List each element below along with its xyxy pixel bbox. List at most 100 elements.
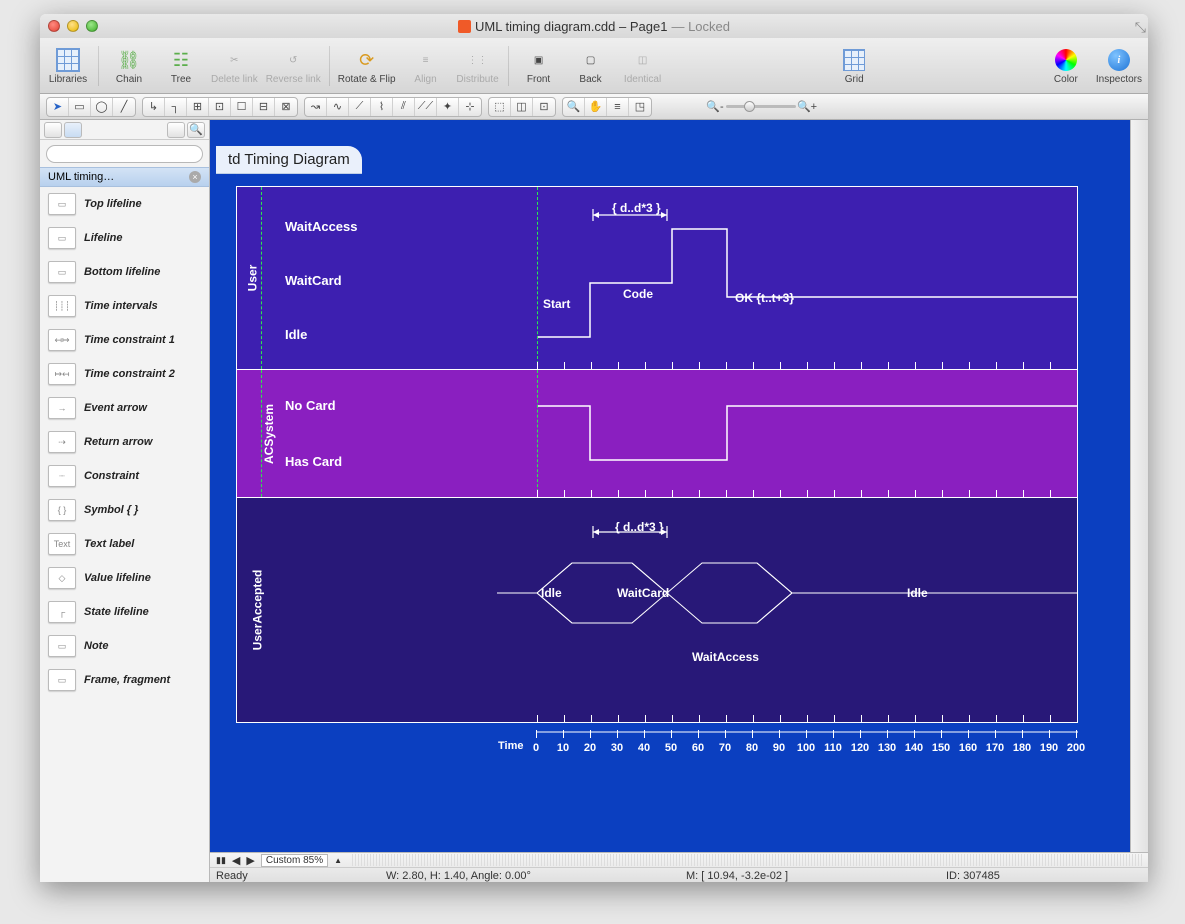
prev-page-icon[interactable]: ◀ [232, 854, 240, 867]
delete-link-button[interactable]: ✂Delete link [211, 46, 258, 85]
search-toggle-icon[interactable]: 🔍 [187, 122, 205, 138]
conn4-icon[interactable]: ⊡ [209, 98, 231, 116]
conn7-icon[interactable]: ⊠ [275, 98, 297, 116]
shape-label: Text label [84, 538, 134, 550]
select-tools[interactable]: ➤ ▭ ◯ ╱ [46, 97, 136, 117]
line-tool-icon[interactable]: ╱ [113, 98, 135, 116]
shape-item[interactable]: ▭Top lifeline [40, 187, 209, 221]
rect-tool-icon[interactable]: ▭ [69, 98, 91, 116]
shape-item[interactable]: ┊┊┊Time intervals [40, 289, 209, 323]
rotate-flip-button[interactable]: ⟳Rotate & Flip [338, 46, 396, 85]
shape-thumb-icon: ┊┊┊ [48, 295, 76, 317]
group3-icon[interactable]: ⊡ [533, 98, 555, 116]
view-mode-grid-icon[interactable] [64, 122, 82, 138]
shape-item[interactable]: ↦↤Time constraint 2 [40, 357, 209, 391]
shape-label: Lifeline [84, 232, 123, 244]
curve6-icon[interactable]: ⟋⟋ [415, 98, 437, 116]
zoom-in-icon[interactable]: 🔍+ [796, 98, 818, 116]
group-tools[interactable]: ⬚ ◫ ⊡ [488, 97, 556, 117]
tick-label: 190 [1040, 742, 1058, 754]
view-mode-list-icon[interactable] [44, 122, 62, 138]
conn2-icon[interactable]: ┐ [165, 98, 187, 116]
curve2-icon[interactable]: ∿ [327, 98, 349, 116]
shape-item[interactable]: ┌State lifeline [40, 595, 209, 629]
grid-button[interactable]: Grid [832, 46, 876, 85]
curve8-icon[interactable]: ⊹ [459, 98, 481, 116]
tree-button[interactable]: ☷Tree [159, 46, 203, 85]
group2-icon[interactable]: ◫ [511, 98, 533, 116]
ua-waitcard: WaitCard [617, 586, 669, 600]
zoom-out-icon[interactable]: 🔍- [704, 98, 726, 116]
curve4-icon[interactable]: ⌇ [371, 98, 393, 116]
group1-icon[interactable]: ⬚ [489, 98, 511, 116]
curve1-icon[interactable]: ↝ [305, 98, 327, 116]
front-button[interactable]: ▣Front [517, 46, 561, 85]
stamp-tool-icon[interactable]: ≡ [607, 98, 629, 116]
shape-label: Constraint [84, 470, 139, 482]
shape-item[interactable]: ⇢Return arrow [40, 425, 209, 459]
search-input[interactable] [46, 145, 203, 163]
zoom-field[interactable]: Custom 85% [261, 854, 328, 867]
next-page-icon[interactable]: ▶ [246, 854, 254, 867]
identical-button[interactable]: ◫Identical [621, 46, 665, 85]
curve3-icon[interactable]: ⟋ [349, 98, 371, 116]
guide-1 [261, 187, 262, 369]
back-button[interactable]: ▢Back [569, 46, 613, 85]
sidebar-group-header[interactable]: UML timing… × [40, 167, 209, 187]
shape-item[interactable]: ▭Bottom lifeline [40, 255, 209, 289]
view-mode-detail-icon[interactable] [167, 122, 185, 138]
curve-tools[interactable]: ↝ ∿ ⟋ ⌇ ⫽ ⟋⟋ ✦ ⊹ [304, 97, 482, 117]
shape-item[interactable]: { } Symbol { } [40, 493, 209, 527]
hand-tool-icon[interactable]: ✋ [585, 98, 607, 116]
shape-thumb-icon: ↤↦ [48, 329, 76, 351]
view-tools[interactable]: 🔍 ✋ ≡ ◳ [562, 97, 652, 117]
chain-button[interactable]: ⛓Chain [107, 46, 151, 85]
tick-label: 70 [719, 742, 731, 754]
zoom-controls[interactable]: 🔍- 🔍+ [704, 97, 818, 117]
shape-label: Event arrow [84, 402, 147, 414]
lane-useraccepted[interactable]: UserAccepted [237, 497, 1077, 722]
titlebar[interactable]: UML timing diagram.cdd – Page1 — Locked … [40, 14, 1148, 38]
conn6-icon[interactable]: ⊟ [253, 98, 275, 116]
color-button[interactable]: Color [1044, 46, 1088, 85]
shape-item[interactable]: ↤↦Time constraint 1 [40, 323, 209, 357]
canvas[interactable]: td Timing Diagram User WaitAccess WaitCa… [210, 120, 1130, 852]
conn1-icon[interactable]: ↳ [143, 98, 165, 116]
shape-item[interactable]: ▭Lifeline [40, 221, 209, 255]
shape-item[interactable]: ▭Frame, fragment [40, 663, 209, 697]
shape-item[interactable]: ◇Value lifeline [40, 561, 209, 595]
shape-item[interactable]: ▭Note [40, 629, 209, 663]
shape-thumb-icon: { } [48, 499, 76, 521]
curve7-icon[interactable]: ✦ [437, 98, 459, 116]
connector-tools[interactable]: ↳ ┐ ⊞ ⊡ ☐ ⊟ ⊠ [142, 97, 298, 117]
close-group-icon[interactable]: × [189, 171, 201, 183]
crop-tool-icon[interactable]: ◳ [629, 98, 651, 116]
pointer-tool-icon[interactable]: ➤ [47, 98, 69, 116]
distribute-button[interactable]: ⋮⋮Distribute [456, 46, 500, 85]
resize-icon: ⤡ [1135, 19, 1146, 36]
inspectors-button[interactable]: iInspectors [1096, 46, 1142, 85]
tick-label: 80 [746, 742, 758, 754]
curve5-icon[interactable]: ⫽ [393, 98, 415, 116]
conn5-icon[interactable]: ☐ [231, 98, 253, 116]
shape-item[interactable]: TextText label [40, 527, 209, 561]
ellipse-tool-icon[interactable]: ◯ [91, 98, 113, 116]
lane-user[interactable]: User WaitAccess WaitCard Idle { d..d*3 }… [237, 187, 1077, 369]
shape-label: State lifeline [84, 606, 149, 618]
pause-icon[interactable]: ▮▮ [216, 855, 226, 866]
tick-label: 150 [932, 742, 950, 754]
zoom-slider[interactable] [726, 105, 796, 108]
reverse-link-button[interactable]: ↺Reverse link [266, 46, 321, 85]
zoom-up-icon[interactable]: ▲ [334, 856, 342, 865]
shape-label: Symbol { } [84, 504, 138, 516]
shape-item[interactable]: →Event arrow [40, 391, 209, 425]
vertical-scrollbar[interactable] [1130, 120, 1148, 852]
hscroll-track[interactable] [352, 854, 1142, 866]
shape-thumb-icon: ↦↤ [48, 363, 76, 385]
lane-acsystem[interactable]: ACSystem No Card Has Card [237, 369, 1077, 497]
shape-item[interactable]: ┈Constraint [40, 459, 209, 493]
conn3-icon[interactable]: ⊞ [187, 98, 209, 116]
libraries-button[interactable]: Libraries [46, 46, 90, 85]
align-button[interactable]: ≡Align [404, 46, 448, 85]
zoom-tool-icon[interactable]: 🔍 [563, 98, 585, 116]
